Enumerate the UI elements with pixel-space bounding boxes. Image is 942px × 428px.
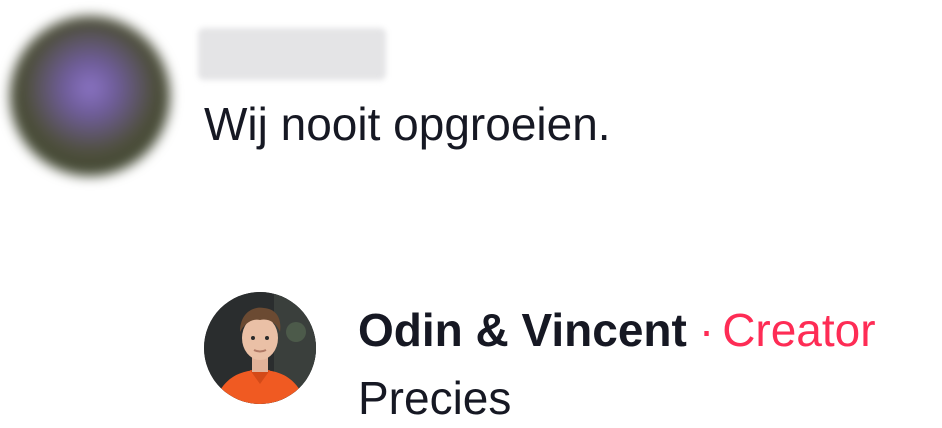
reply-author-line: Odin & Vincent · Creator xyxy=(358,302,876,358)
creator-badge: Creator xyxy=(722,304,876,356)
commenter-avatar[interactable] xyxy=(10,16,170,176)
reply-author-name[interactable]: Odin & Vincent xyxy=(358,304,687,356)
separator-dot: · xyxy=(698,304,715,356)
reply-text: Precies xyxy=(358,372,512,424)
commenter-username-redacted[interactable] xyxy=(198,28,386,80)
comment-text: Wij nooit opgroeien. xyxy=(204,98,611,150)
reply-author-avatar[interactable] xyxy=(204,292,316,404)
